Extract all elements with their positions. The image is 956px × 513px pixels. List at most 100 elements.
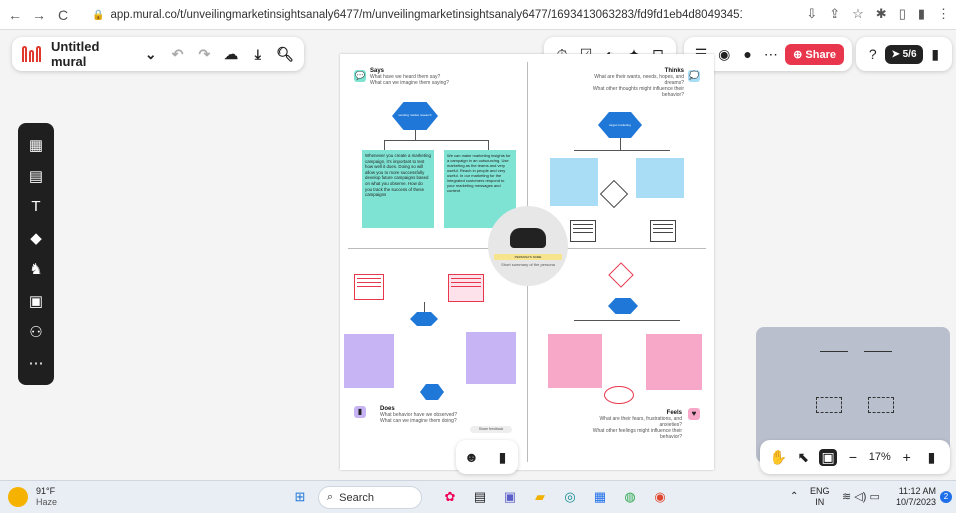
connector — [488, 140, 489, 150]
start-icon[interactable]: ⊞ — [290, 487, 310, 507]
says-line2: What can we imagine them saying? — [370, 80, 449, 86]
more-icon[interactable]: ⋯ — [762, 46, 780, 63]
collaborators-count: 5/6 — [902, 48, 917, 60]
document-shape[interactable] — [354, 274, 384, 300]
llama-icon[interactable]: ♞ — [27, 260, 45, 278]
share-feedback-button[interactable]: Share feedback — [470, 426, 512, 433]
connector — [424, 302, 425, 312]
does-hexagon[interactable] — [410, 312, 438, 326]
collaborators-button[interactable]: ➤ 5/6 — [885, 44, 923, 64]
document-shape[interactable] — [448, 274, 484, 302]
search-icon[interactable]: 🔍︎ — [276, 46, 294, 63]
shapes-icon[interactable]: ◆ — [27, 229, 45, 247]
reload-icon[interactable]: C — [54, 7, 72, 23]
bookmark-star-icon[interactable]: ☆ — [852, 6, 864, 22]
menu-kebab-icon[interactable]: ⋮ — [937, 6, 950, 22]
share-page-icon[interactable]: ⇪ — [829, 6, 840, 22]
weather-widget[interactable]: 91°F Haze — [36, 486, 57, 508]
does-header: Does What behavior have we observed? Wha… — [380, 406, 490, 424]
clock[interactable]: 11:12 AM 10/7/2023 — [896, 486, 936, 508]
address-bar[interactable]: 🔒 app.mural.co/t/unveilingmarketinsights… — [92, 4, 742, 26]
reactions-toolbar: ☻ ▮ — [456, 440, 518, 474]
sidepanel-icon[interactable]: ▯ — [899, 6, 906, 22]
extensions-icon[interactable]: ✱ — [876, 6, 887, 22]
lock-icon: 🔒 — [92, 9, 105, 21]
does-hexagon[interactable] — [420, 384, 444, 400]
fit-screen-icon[interactable]: ▮ — [923, 449, 941, 466]
comments-icon[interactable]: ◉ — [715, 46, 733, 63]
does-line2: What can we imagine them doing? — [380, 418, 457, 424]
decision-diamond[interactable] — [608, 262, 634, 288]
help-toolbar: ? ➤ 5/6 ▮ — [856, 37, 952, 71]
decision-diamond[interactable] — [599, 179, 629, 209]
chrome-icon[interactable]: ◉ — [650, 487, 670, 507]
taskbar-search[interactable]: ⌕ Search — [318, 486, 422, 509]
sticky-note[interactable] — [550, 158, 598, 206]
avatar-status-icon[interactable]: ▮ — [494, 449, 512, 466]
cloud-saved-icon[interactable]: ☁ — [223, 46, 240, 63]
more-apps-icon[interactable]: ⋯ — [27, 354, 45, 372]
minimap-toggle-icon[interactable]: ▣ — [819, 448, 838, 466]
store-icon[interactable]: ▦ — [590, 487, 610, 507]
templates-icon[interactable]: ▦ — [27, 136, 45, 154]
document-shape[interactable] — [650, 220, 676, 242]
mural-title-bar: Untitled mural ⌄ ↶ ↷ ☁ ⤓ 🔍︎ — [12, 37, 304, 71]
network-volume-battery-icons[interactable]: ≋ ◁) ▭ — [842, 490, 880, 503]
thinks-line1: What are their wants, needs, hopes, and … — [594, 74, 684, 86]
weather-sun-icon[interactable] — [8, 487, 28, 507]
language-indicator[interactable]: ENG IN — [810, 486, 830, 508]
oval-shape[interactable] — [604, 386, 634, 404]
chevron-down-icon[interactable]: ⌄ — [142, 46, 159, 63]
zoom-out-icon[interactable]: − — [844, 449, 862, 465]
profile-icon[interactable]: ▮ — [918, 6, 925, 22]
search-icon: ⌕ — [327, 491, 334, 503]
teams-icon[interactable]: ▣ — [500, 487, 520, 507]
select-tool-icon[interactable]: ⬉ — [794, 449, 812, 466]
empathy-map-board[interactable]: 💬 Says What have we heard them say? What… — [340, 54, 714, 470]
sticky-note[interactable] — [344, 334, 394, 388]
zoom-level[interactable]: 17% — [869, 451, 891, 463]
mural-canvas[interactable]: Untitled mural ⌄ ↶ ↷ ☁ ⤓ 🔍︎ ⏱ ☑ ◐ ✦ ⊟ ☰ … — [0, 30, 956, 480]
file-explorer-icon[interactable]: ▰ — [530, 487, 550, 507]
connector — [620, 138, 621, 150]
undo-icon[interactable]: ↶ — [169, 46, 186, 63]
feels-hexagon[interactable] — [608, 298, 638, 314]
user-icon[interactable]: ● — [739, 46, 757, 62]
feels-line1: What are their fears, frustrations, and … — [599, 416, 682, 428]
image-icon[interactable]: ▣ — [27, 292, 45, 310]
search-label: Search — [339, 491, 375, 504]
edge-icon[interactable]: ◎ — [560, 487, 580, 507]
mural-logo-icon[interactable] — [22, 46, 41, 62]
persona-circle[interactable]: PERSONA'S NAME Short summary of the pers… — [488, 206, 568, 286]
install-icon[interactable]: ⇩ — [806, 6, 817, 22]
lang-line1: ENG — [810, 486, 830, 496]
sticky-note[interactable] — [636, 158, 684, 198]
thinks-header: Thinks What are their wants, needs, hope… — [576, 68, 684, 98]
tray-chevron-icon[interactable]: ⌃ — [790, 491, 798, 502]
sticky-note[interactable] — [548, 334, 602, 388]
back-icon[interactable]: ← — [6, 7, 24, 23]
diagram-icon[interactable]: ⚇ — [27, 323, 45, 341]
avatar[interactable]: ▮ — [926, 46, 944, 63]
forward-icon[interactable]: → — [30, 7, 48, 23]
sticky-note-icon[interactable]: ▤ — [27, 167, 45, 185]
sticky-note[interactable] — [646, 334, 702, 390]
hand-tool-icon[interactable]: ✋ — [769, 449, 787, 466]
download-icon[interactable]: ⤓ — [249, 46, 266, 63]
help-icon[interactable]: ? — [864, 46, 882, 62]
sticky-note[interactable]: Whenever you create a marketing campaign… — [362, 150, 434, 228]
redo-icon[interactable]: ↷ — [196, 46, 213, 63]
emoji-icon[interactable]: ☻ — [463, 449, 481, 465]
text-icon[interactable]: T — [27, 198, 45, 215]
sticky-note[interactable] — [466, 332, 516, 384]
notification-badge[interactable]: 2 — [940, 491, 952, 503]
says-hexagon-label: sending market research — [398, 113, 432, 117]
mural-title[interactable]: Untitled mural — [51, 39, 132, 69]
widgets-icon[interactable]: ✿ — [440, 487, 460, 507]
document-shape[interactable] — [570, 220, 596, 242]
share-button[interactable]: ⊕ Share — [785, 43, 844, 65]
task-view-icon[interactable]: ▤ — [470, 487, 490, 507]
zoom-in-icon[interactable]: + — [898, 449, 916, 465]
minimap-viewport — [816, 397, 842, 413]
whatsapp-icon[interactable]: ◍ — [620, 487, 640, 507]
